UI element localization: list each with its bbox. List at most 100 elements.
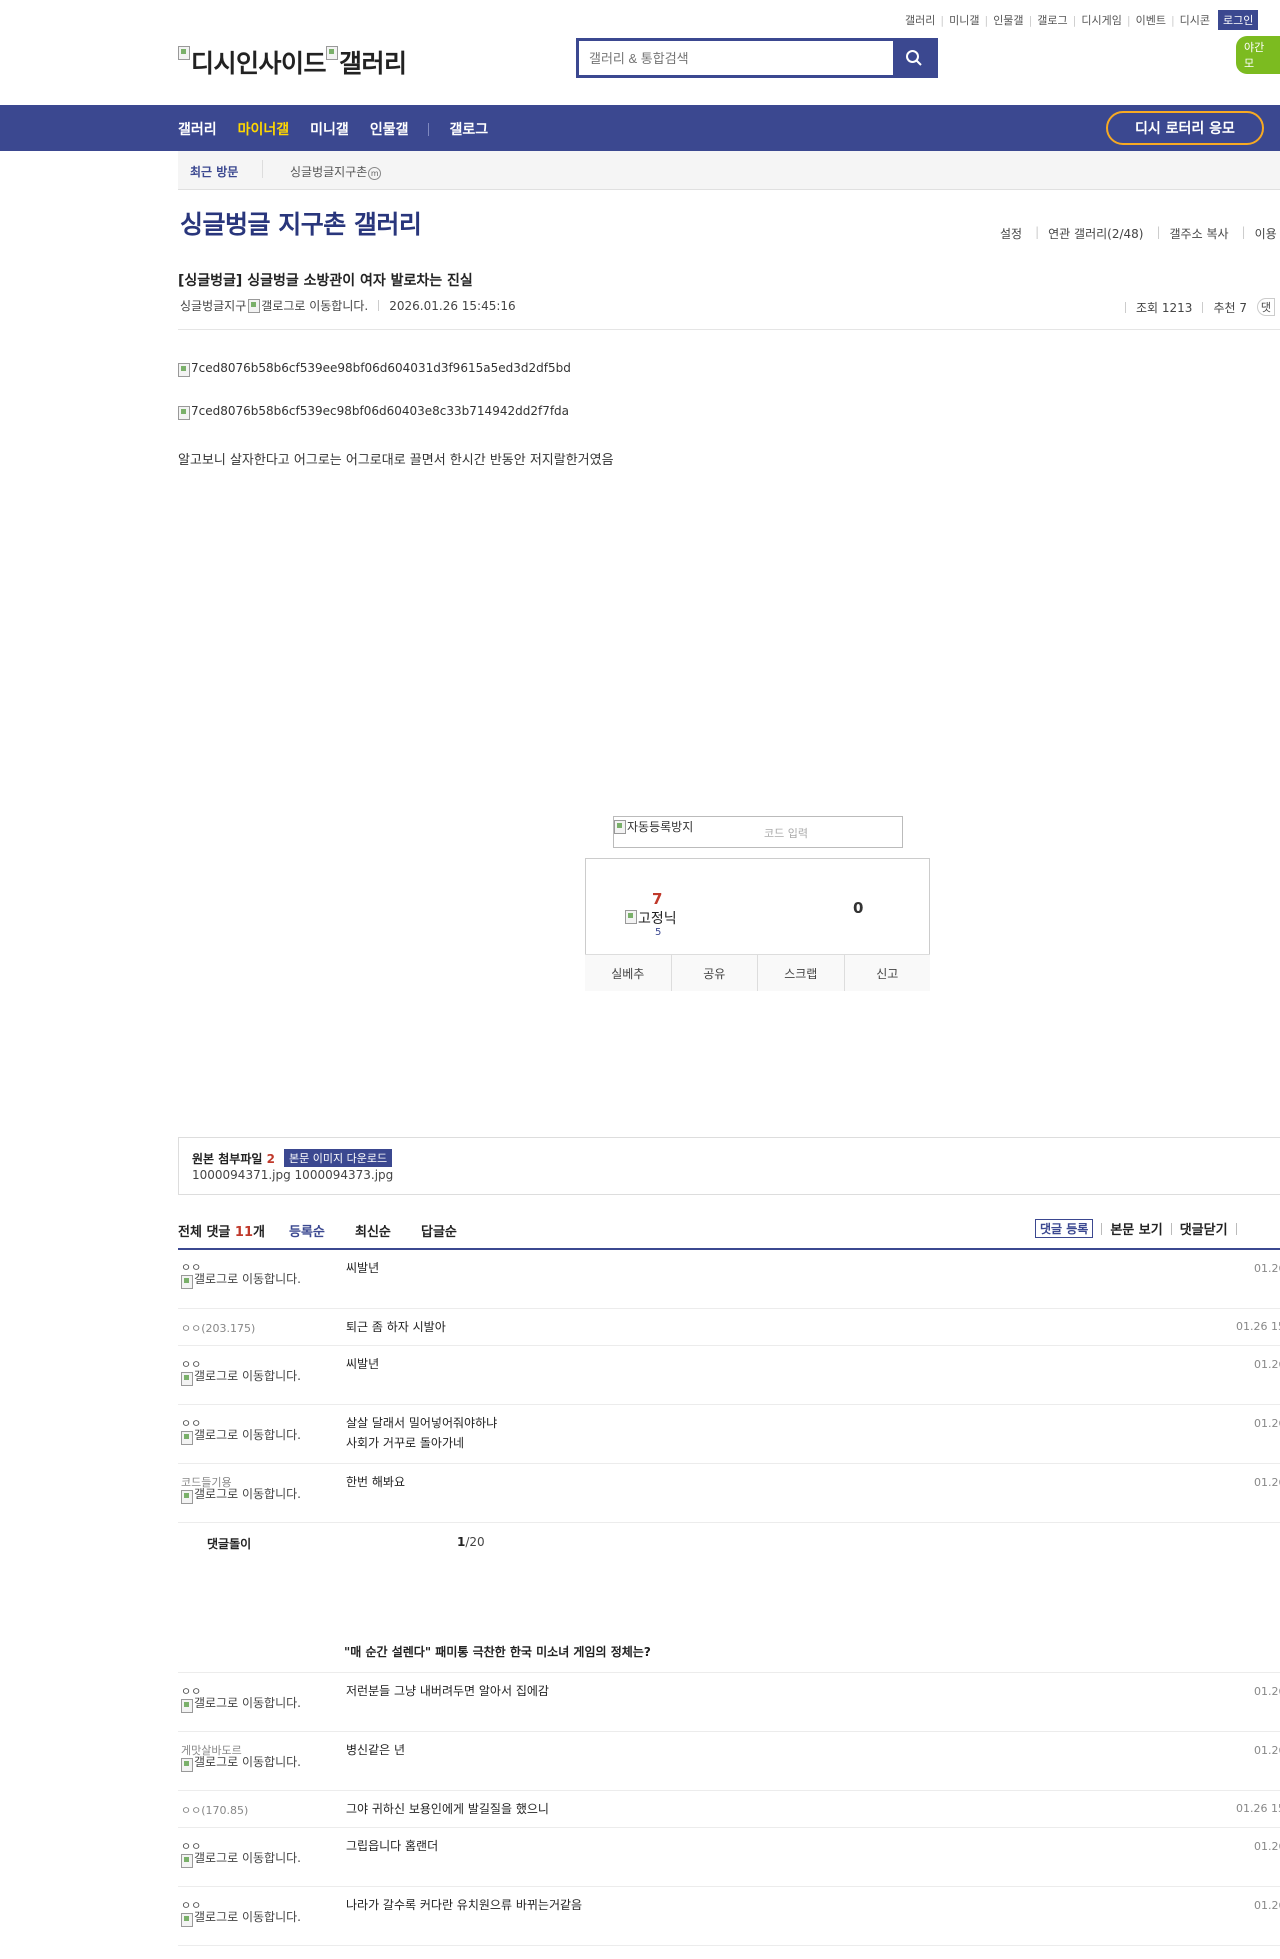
divider xyxy=(178,329,1280,330)
lottery-button[interactable]: 디시 로터리 응모 xyxy=(1106,111,1264,145)
related-gallery-link[interactable]: 연관 갤러리(2/48) xyxy=(1048,225,1143,242)
comment-text-line2: 사회가 거꾸로 돌아가네 xyxy=(346,1436,465,1450)
top-link-minor[interactable]: 미니갤 xyxy=(949,12,979,28)
attachment-label: 원본 첨부파일 2 xyxy=(192,1152,275,1166)
site-logo[interactable]: 디시인사이드 갤러리 xyxy=(178,35,407,80)
broken-image-icon xyxy=(181,1431,193,1445)
gallog-link[interactable]: 갤로그로 이동합니다. xyxy=(181,1273,307,1289)
sort-by-latest[interactable]: 최신순 xyxy=(355,1221,391,1240)
post-image-2[interactable]: 7ced8076b58b6cf539ec98bf06d60403e8c33b71… xyxy=(178,404,569,420)
comment-date: 01.26 15 xyxy=(1236,1320,1280,1333)
comment-row xyxy=(178,1309,1280,1346)
top-link-event[interactable]: 이벤트 xyxy=(1136,12,1166,28)
comment-text: 씨발년 xyxy=(346,1357,380,1371)
report-button[interactable]: 신고 xyxy=(843,955,930,991)
nav-gallog[interactable]: 갤로그 xyxy=(449,119,488,139)
post-date: 2026.01.26 15:45:16 xyxy=(389,298,516,313)
gallog-link[interactable]: 갤로그로 이동합니다. xyxy=(181,1697,307,1713)
view-body-button[interactable]: 본문 보기 xyxy=(1110,1219,1162,1238)
jump-to-comments-button[interactable]: 댓 xyxy=(1256,298,1275,316)
scrap-button[interactable]: 스크랩 xyxy=(757,955,844,991)
close-comments-button[interactable]: 댓글닫기 xyxy=(1180,1219,1228,1238)
broken-image-icon xyxy=(326,46,339,60)
comment-text: 나라가 갈수록 커다란 유치원으류 바뀌는거같음 xyxy=(346,1898,583,1912)
night-mode-button[interactable]: 야간 모 xyxy=(1236,36,1280,74)
top-link-game[interactable]: 디시게임 xyxy=(1081,12,1121,28)
comment-nick[interactable]: ㅇㅇ(170.85) xyxy=(181,1802,248,1818)
gallog-link[interactable]: 갤로그로 이동합니다. xyxy=(181,1852,307,1868)
nav-gallery[interactable]: 갤러리 xyxy=(178,119,217,139)
nav-mini-gallery[interactable]: 미니갤 xyxy=(310,119,349,139)
sort-by-registered[interactable]: 등록순 xyxy=(289,1221,325,1240)
comment-text: 살살 달래서 밀어넣어줘야하냐 xyxy=(346,1416,498,1430)
comment-date: 01.26 xyxy=(1254,1840,1280,1853)
comment-text: 씨발년 xyxy=(346,1261,380,1275)
gallog-link[interactable]: 갤로그로 이동합니다. xyxy=(181,1429,307,1445)
broken-image-icon xyxy=(181,1758,193,1772)
broken-image-icon xyxy=(181,1490,193,1504)
gallery-settings-link[interactable]: 설정 xyxy=(1000,225,1022,242)
main-nav: 갤러리 마이너갤 미니갤 인물갤 갤로그 xyxy=(178,119,509,139)
comment-row xyxy=(178,1828,1280,1887)
comment-date: 01.26 xyxy=(1254,1476,1280,1489)
fixed-nick-count: 5 xyxy=(655,927,662,938)
gallery-title[interactable]: 싱글벙글 지구촌 갤러리 xyxy=(180,205,422,241)
attachment-files[interactable]: 1000094371.jpg 1000094373.jpg xyxy=(192,1168,393,1182)
comment-row xyxy=(178,1791,1280,1828)
recommend-down-count[interactable]: 0 xyxy=(853,899,863,917)
comment-register-button[interactable]: 댓글 등록 xyxy=(1035,1219,1094,1238)
broken-image-icon xyxy=(625,910,637,924)
broken-image-icon xyxy=(181,1699,193,1713)
recent-visit-item[interactable]: 싱글벙글지구촌 m xyxy=(290,163,382,180)
comment-date: 01.26 xyxy=(1254,1744,1280,1757)
login-button[interactable]: 로그인 xyxy=(1218,10,1259,30)
comment-row xyxy=(178,1405,1280,1464)
best-recommend-button[interactable]: 실베추 xyxy=(585,955,671,991)
gallog-link[interactable]: 갤로그로 이동합니다. xyxy=(181,1756,307,1772)
top-link-person[interactable]: 인물갤 xyxy=(993,12,1023,28)
search-button[interactable] xyxy=(893,41,935,75)
broken-image-icon xyxy=(181,1913,193,1927)
recent-visit-label: 최근 방문 xyxy=(190,165,239,179)
share-button[interactable]: 공유 xyxy=(670,955,757,991)
top-link-gallery[interactable]: 갤러리 xyxy=(905,12,935,28)
gallog-link[interactable]: 갤로그로 이동합니다. xyxy=(248,297,368,314)
captcha-input[interactable]: 코드 입력 xyxy=(764,825,808,841)
divider xyxy=(262,160,263,178)
comment-row xyxy=(178,1887,1280,1946)
usage-link[interactable]: 이용 xyxy=(1255,225,1277,242)
search-box xyxy=(576,38,938,78)
post-image-1[interactable]: 7ced8076b58b6cf539ee98bf06d604031d3f9615… xyxy=(178,361,571,377)
comment-date: 01.26 xyxy=(1254,1417,1280,1430)
post-info: 싱글벙글지구 갤로그로 이동합니다. 2026.01.26 15:45:16 xyxy=(180,297,516,314)
gallog-link[interactable]: 갤로그로 이동합니다. xyxy=(181,1488,307,1504)
gallog-link[interactable]: 갤로그로 이동합니다. xyxy=(181,1911,307,1927)
broken-image-icon xyxy=(178,363,190,377)
comment-date: 01.26 xyxy=(1254,1685,1280,1698)
top-utility-nav: 갤러리 | 미니갤 | 인물갤 | 갤로그 | 디시게임 | 이벤트 | 디시콘 로그인 xyxy=(905,10,1259,30)
nav-minor-gallery[interactable]: 마이너갤 xyxy=(238,119,290,139)
comment-total: 전체 댓글 11개 xyxy=(178,1225,265,1240)
sort-by-replies[interactable]: 답글순 xyxy=(421,1221,457,1240)
comment-text: 한번 해봐요 xyxy=(346,1475,406,1489)
comment-date: 01.26 15 xyxy=(1236,1802,1280,1815)
top-link-dccon[interactable]: 디시콘 xyxy=(1180,12,1210,28)
comment-row xyxy=(178,1732,1280,1791)
top-link-gallog[interactable]: 갤로그 xyxy=(1037,12,1067,28)
comment-nick[interactable]: ㅇㅇ(203.175) xyxy=(181,1320,255,1336)
ad-link[interactable]: "매 순간 설렌다" 패미통 극찬한 한국 미소녀 게임의 정체는? xyxy=(344,1643,651,1660)
search-icon xyxy=(906,50,922,66)
post-recommend-count: 추천 7 xyxy=(1213,300,1247,315)
image-download-button[interactable]: 본문 이미지 다운로드 xyxy=(284,1149,393,1167)
recommend-up-count[interactable]: 7 xyxy=(652,890,662,908)
post-views: 조회 1213 xyxy=(1136,300,1193,315)
broken-image-icon xyxy=(181,1372,193,1386)
nav-person-gallery[interactable]: 인물갤 xyxy=(370,119,409,139)
comment-pager[interactable]: 1/20 xyxy=(457,1535,485,1549)
gallog-link[interactable]: 갤로그로 이동합니다. xyxy=(181,1370,307,1386)
comment-date: 01.26 xyxy=(1254,1262,1280,1275)
post-author[interactable]: 싱글벙글지구 xyxy=(180,297,246,314)
search-input[interactable] xyxy=(579,41,893,75)
copy-address-link[interactable]: 갤주소 복사 xyxy=(1170,225,1229,242)
captcha-box: 자동등록방지 코드 입력 xyxy=(613,816,903,848)
